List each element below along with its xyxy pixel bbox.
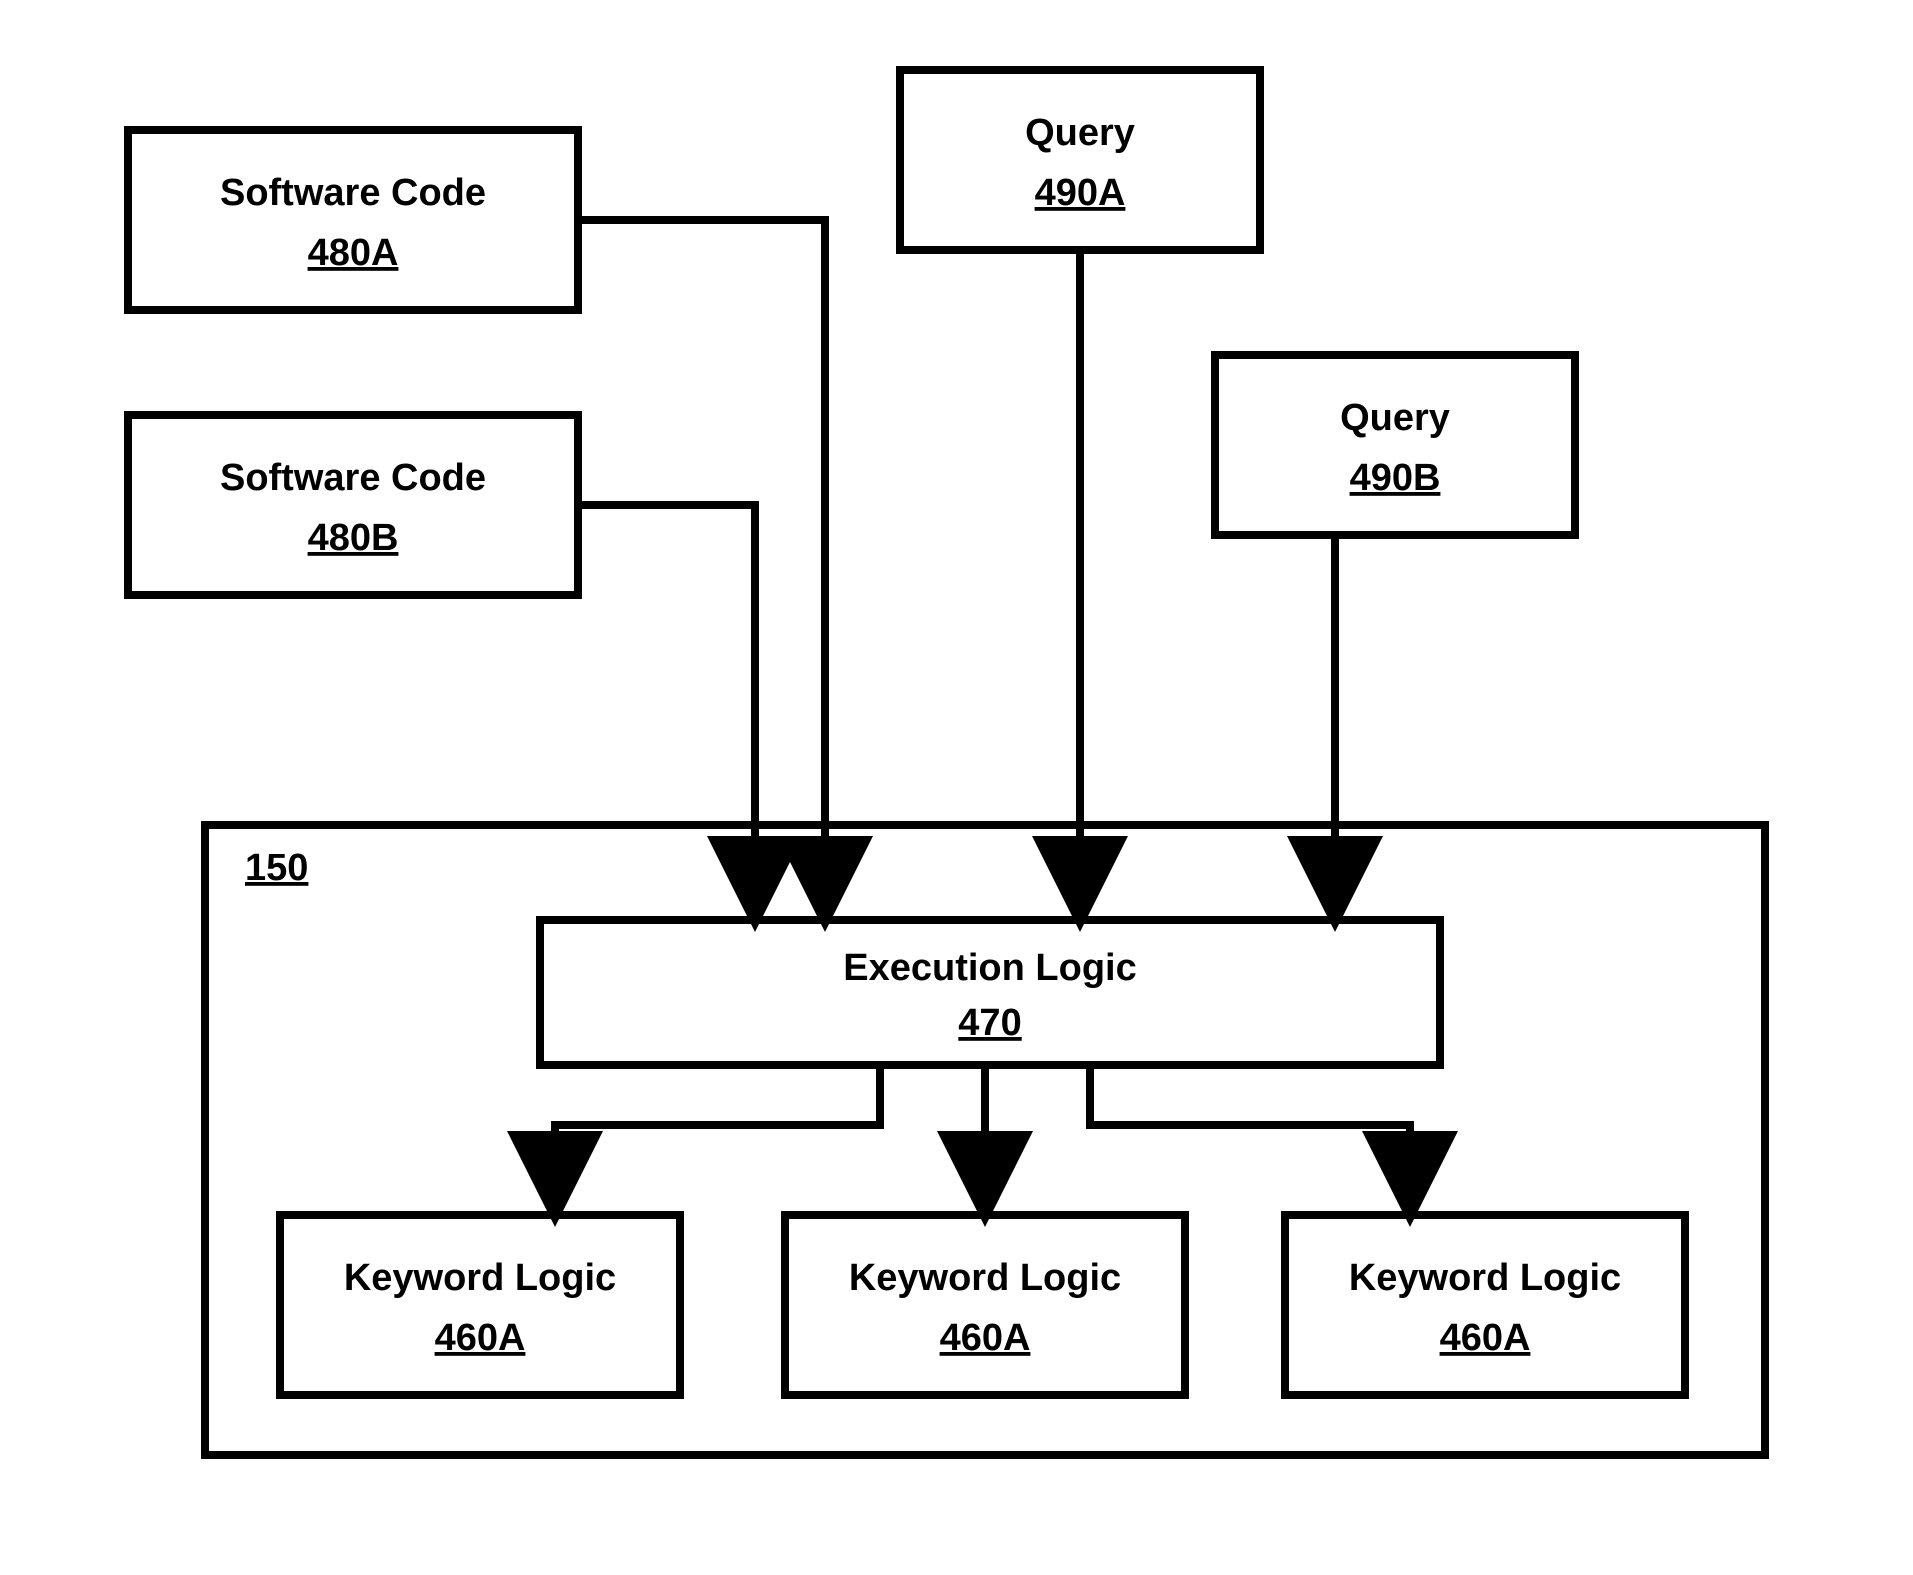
label-software-code-b: Software Code — [220, 457, 486, 499]
label-keyword-logic-3: Keyword Logic — [1349, 1257, 1621, 1299]
label-keyword-logic-2: Keyword Logic — [849, 1257, 1121, 1299]
box-query-b: Query 490B — [1215, 355, 1575, 535]
box-software-code-a: Software Code 480A — [128, 130, 578, 310]
label-software-code-a: Software Code — [220, 172, 486, 214]
box-keyword-logic-3: Keyword Logic 460A — [1285, 1215, 1685, 1395]
box-software-code-b: Software Code 480B — [128, 415, 578, 595]
ref-query-a: 490A — [1035, 172, 1126, 214]
label-query-b: Query — [1340, 397, 1450, 439]
ref-software-code-a: 480A — [308, 232, 399, 274]
box-execution-logic: Execution Logic 470 — [540, 920, 1440, 1065]
box-keyword-logic-2: Keyword Logic 460A — [785, 1215, 1185, 1395]
diagram-canvas: Software Code 480A Software Code 480B Qu… — [0, 0, 1913, 1575]
label-query-a: Query — [1025, 112, 1135, 154]
arrow-480b-to-470 — [578, 505, 755, 900]
container-ref: 150 — [245, 847, 308, 889]
arrow-480a-to-470 — [578, 220, 825, 900]
box-keyword-logic-1: Keyword Logic 460A — [280, 1215, 680, 1395]
ref-execution-logic: 470 — [958, 1002, 1021, 1044]
arrow-470-to-460a-1 — [555, 1065, 880, 1195]
ref-keyword-logic-2: 460A — [940, 1317, 1031, 1359]
ref-query-b: 490B — [1350, 457, 1441, 499]
label-execution-logic: Execution Logic — [843, 947, 1136, 989]
ref-keyword-logic-1: 460A — [435, 1317, 526, 1359]
label-keyword-logic-1: Keyword Logic — [344, 1257, 616, 1299]
ref-software-code-b: 480B — [308, 517, 399, 559]
ref-keyword-logic-3: 460A — [1440, 1317, 1531, 1359]
box-query-a: Query 490A — [900, 70, 1260, 250]
arrow-470-to-460a-3 — [1090, 1065, 1410, 1195]
